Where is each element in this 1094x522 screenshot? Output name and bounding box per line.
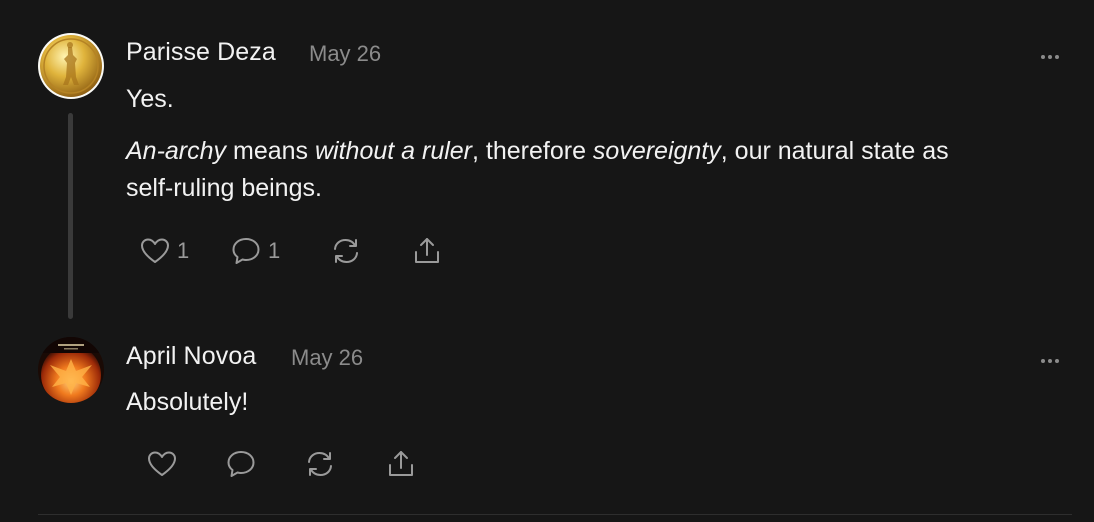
- comment-paragraph: An-archy means without a ruler, therefor…: [126, 133, 949, 169]
- like-button[interactable]: 1: [139, 234, 189, 268]
- share-icon: [415, 238, 439, 263]
- body-text: , therefore: [472, 137, 593, 165]
- comment-date[interactable]: May 26: [309, 41, 381, 67]
- divider: [38, 514, 1072, 515]
- emphasis-text: without a ruler: [314, 137, 473, 165]
- restack-icon: [334, 239, 358, 263]
- author-name[interactable]: April Novoa: [126, 342, 256, 371]
- comment-bubble-icon: [227, 451, 255, 477]
- emphasis-text: sovereignty: [592, 137, 721, 165]
- author-name[interactable]: Parisse Deza: [126, 38, 276, 67]
- reply-button[interactable]: 1: [230, 234, 280, 268]
- body-text: , our natural state as: [720, 137, 949, 165]
- share-icon: [389, 451, 413, 476]
- comment-paragraph-line: self-ruling beings.: [126, 174, 322, 202]
- restack-button[interactable]: [304, 447, 336, 481]
- more-horizontal-icon[interactable]: [1041, 47, 1067, 61]
- thread-line: [68, 113, 73, 319]
- more-horizontal-icon[interactable]: [1041, 351, 1067, 365]
- share-button[interactable]: [385, 447, 417, 481]
- like-button[interactable]: [146, 447, 178, 481]
- emphasis-text: An-archy: [126, 137, 227, 165]
- phoenix-icon: [38, 337, 104, 403]
- reply-count: 1: [268, 238, 281, 263]
- heart-icon: [148, 451, 176, 476]
- body-text: means: [226, 137, 315, 165]
- comment-paragraph: Absolutely!: [126, 388, 249, 416]
- comment-date[interactable]: May 26: [291, 345, 363, 371]
- restack-icon: [308, 452, 332, 476]
- comment-bubble-icon: [232, 238, 260, 264]
- reply-button[interactable]: [225, 447, 257, 481]
- comment-paragraph: Yes.: [126, 85, 174, 113]
- gold-coin-icon: [38, 33, 104, 99]
- avatar-parisse-deza[interactable]: [38, 33, 104, 99]
- heart-icon: [141, 238, 169, 263]
- like-count: 1: [177, 238, 190, 263]
- restack-button[interactable]: [330, 234, 362, 268]
- share-button[interactable]: [411, 234, 443, 268]
- avatar-april-novoa[interactable]: [38, 337, 104, 403]
